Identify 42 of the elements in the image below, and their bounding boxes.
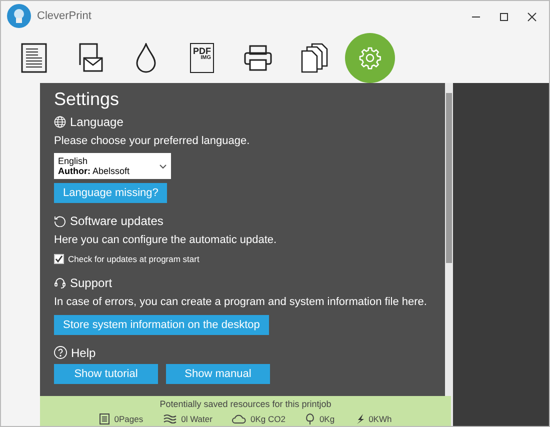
checkbox[interactable] <box>54 254 64 264</box>
help-icon <box>54 346 67 360</box>
action-button[interactable]: Store system information on the desktop <box>54 314 269 335</box>
maximize-icon <box>499 12 509 22</box>
language-select[interactable]: English Author: Abelssoft <box>54 153 171 180</box>
app-logo-icon <box>7 4 31 28</box>
section-description: Here you can configure the automatic update. <box>54 233 278 248</box>
copies-icon <box>300 43 328 73</box>
printer-icon <box>243 44 273 72</box>
letter-envelope-icon <box>77 43 103 73</box>
action-button[interactable]: Show tutorial <box>54 364 158 384</box>
close-icon <box>527 12 537 22</box>
cloud-icon <box>232 414 246 424</box>
section-description: In case of errors, you can create a program and system information file here. <box>54 295 428 310</box>
checkbox-label: Check for updates at program start <box>68 252 200 266</box>
section-heading: Language <box>70 114 124 131</box>
section-heading: Help <box>71 344 96 362</box>
footer-title: Potentially saved resources for this printjob <box>160 398 332 410</box>
page-title: Settings <box>54 89 120 111</box>
tree-icon <box>305 412 316 425</box>
resource-value: 0KWh <box>368 412 392 426</box>
document-icon <box>21 43 47 73</box>
update-icon <box>54 215 66 228</box>
action-button[interactable]: Language missing? <box>54 183 168 204</box>
window-title: CleverPrint <box>37 8 92 24</box>
resource-value: 0Kg CO2 <box>250 412 286 426</box>
section-description: Please choose your preferred language. <box>54 134 251 149</box>
pages-icon <box>99 412 110 425</box>
section-heading: Support <box>70 275 112 292</box>
settings-tool-button[interactable] <box>345 33 395 83</box>
headset-icon <box>54 277 66 290</box>
resource-value: 0l Water <box>181 412 212 426</box>
chevron-icon <box>159 164 167 169</box>
section-heading: Software updates <box>70 213 164 230</box>
resource-value: 0Pages <box>114 412 144 426</box>
scrollbar-thumb[interactable] <box>446 93 452 263</box>
action-button[interactable]: Show manual <box>166 364 270 384</box>
globe-icon <box>54 116 66 128</box>
settings-icon <box>358 46 382 70</box>
waves-icon <box>163 414 178 424</box>
drop-icon <box>135 43 157 73</box>
resource-value: 0Kg <box>319 412 335 426</box>
